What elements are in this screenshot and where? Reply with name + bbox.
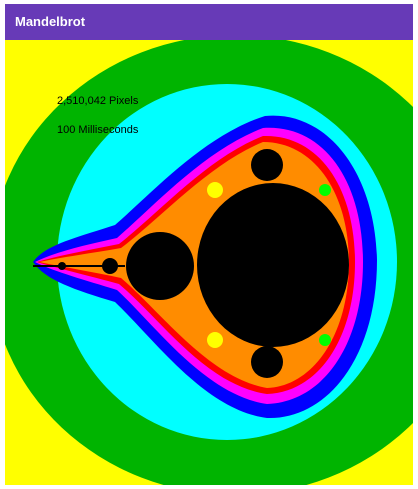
pixel-count-label: 2,510,042 Pixels bbox=[57, 95, 139, 107]
fringe-3 bbox=[319, 184, 331, 196]
app-window: Mandelbrot 2,510,042 Pixels 100 Millisec… bbox=[5, 4, 413, 485]
main-cardioid bbox=[197, 183, 349, 347]
fringe-1 bbox=[207, 182, 223, 198]
window-title: Mandelbrot bbox=[15, 14, 86, 29]
period2-bulb bbox=[126, 232, 194, 300]
fringe-4 bbox=[319, 334, 331, 346]
top-bulb bbox=[251, 149, 283, 181]
fringe-2 bbox=[207, 332, 223, 348]
bottom-bulb bbox=[251, 346, 283, 378]
title-bar: Mandelbrot bbox=[5, 4, 413, 40]
mandelbrot-canvas[interactable]: 2,510,042 Pixels 100 Milliseconds bbox=[5, 40, 413, 485]
render-time-label: 100 Milliseconds bbox=[57, 124, 139, 136]
